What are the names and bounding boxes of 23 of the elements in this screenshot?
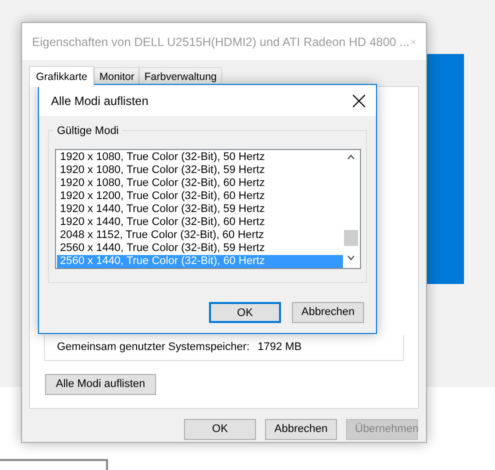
ok-button[interactable]: OK (209, 302, 281, 323)
mode-item[interactable]: 1920 x 1080, True Color (32-Bit), 50 Hertz (57, 151, 343, 164)
list-all-modes-button[interactable]: Alle Modi auflisten (45, 374, 156, 395)
cancel-button[interactable]: Abbrechen (265, 419, 337, 440)
mode-item[interactable]: 1920 x 1440, True Color (32-Bit), 60 Hertz (57, 216, 343, 229)
cancel-button[interactable]: Abbrechen (292, 302, 364, 323)
scroll-up-icon[interactable] (347, 154, 355, 160)
mode-item[interactable]: 2048 x 1152, True Color (32-Bit), 60 Hertz (57, 229, 343, 242)
dialog-title: Alle Modi auflisten (51, 92, 148, 110)
shared-memory-label: Gemeinsam genutzter Systemspeicher: (57, 340, 250, 356)
tab[interactable]: Grafikkarte (29, 66, 94, 87)
mode-item[interactable]: 1920 x 1080, True Color (32-Bit), 60 Hertz (57, 177, 343, 190)
ok-button[interactable]: OK (184, 419, 256, 440)
scrollbar-thumb[interactable] (344, 230, 358, 246)
group-label: Gültige Modi (54, 123, 122, 140)
close-icon[interactable] (350, 92, 368, 110)
shared-memory-value: 1792 MB (258, 340, 302, 356)
mode-item[interactable]: 1920 x 1440, True Color (32-Bit), 59 Hertz (57, 203, 343, 216)
mode-item[interactable]: 2560 x 1440, True Color (32-Bit), 59 Hertz (57, 242, 343, 255)
scroll-down-icon[interactable] (347, 255, 355, 261)
window-title: Eigenschaften von DELL U2515H(HDMI2) und ATI Radeon HD 4800 ... (32, 34, 410, 50)
mode-item[interactable]: 1920 x 1080, True Color (32-Bit), 59 Hertz (57, 164, 343, 177)
mode-item[interactable]: 1920 x 1200, True Color (32-Bit), 60 Hertz (57, 190, 343, 203)
